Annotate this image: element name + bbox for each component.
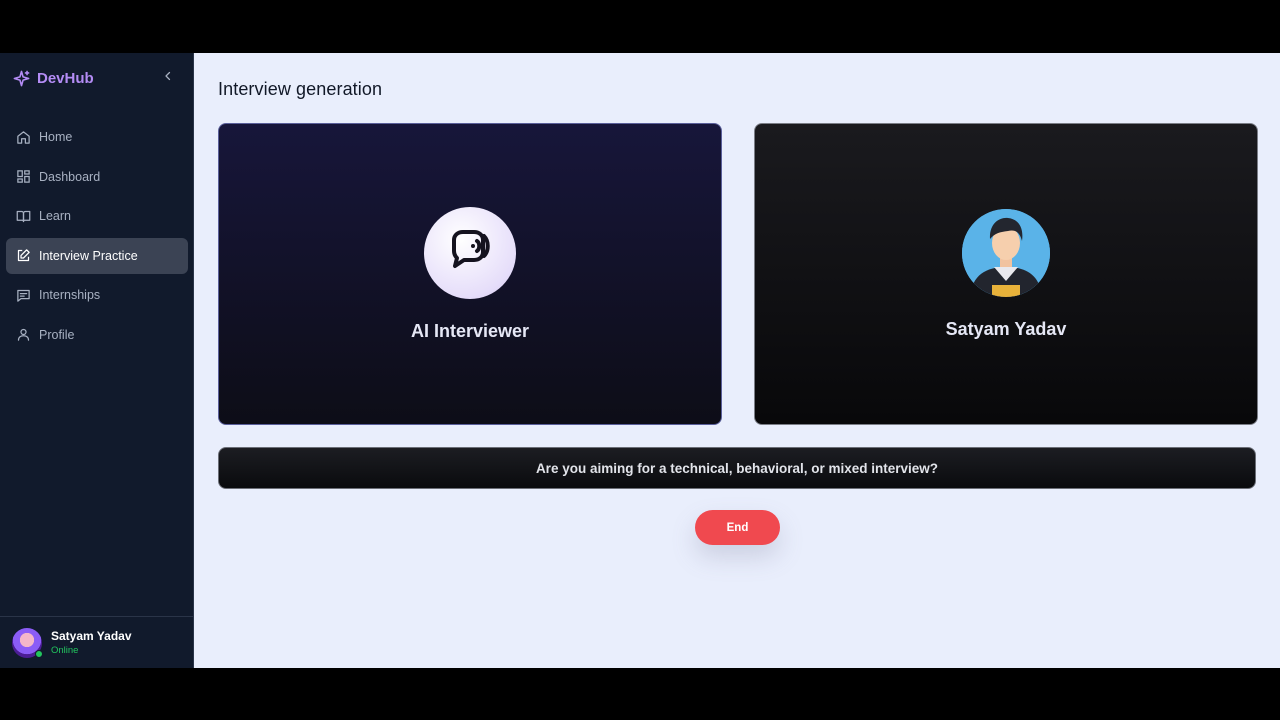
sidebar-item-label: Interview Practice (39, 248, 138, 263)
user-card-label: Satyam Yadav (945, 318, 1067, 339)
sidebar-item-label: Profile (39, 327, 75, 342)
user-card: Satyam Yadav (754, 123, 1258, 425)
book-icon (16, 209, 31, 224)
user-avatar (962, 208, 1050, 297)
letterbox-top (0, 0, 1280, 53)
user-profile-footer[interactable]: Satyam Yadav Online (0, 616, 193, 668)
home-icon (16, 130, 31, 145)
ai-avatar (424, 206, 516, 299)
sidebar-item-interview-practice[interactable]: Interview Practice (6, 237, 188, 274)
sidebar-item-dashboard[interactable]: Dashboard (6, 159, 188, 195)
user-info: Satyam Yadav Online (51, 629, 132, 656)
sidebar-item-label: Learn (39, 209, 71, 223)
chevron-left-icon (162, 69, 174, 87)
chat-voice-icon (444, 224, 496, 281)
page-title: Interview generation (218, 79, 383, 99)
user-icon (16, 327, 31, 342)
sidebar-item-internships[interactable]: Internships (6, 277, 188, 313)
brand-name: DevHub (37, 70, 94, 87)
end-call-button[interactable]: End (695, 510, 780, 545)
sparkle-icon (12, 69, 31, 88)
user-name: Satyam Yadav (51, 629, 132, 643)
sidebar-item-label: Home (39, 130, 73, 144)
ai-interviewer-card: AI Interviewer (218, 123, 722, 425)
sidebar-item-learn[interactable]: Learn (6, 198, 188, 234)
sidebar-item-label: Dashboard (39, 169, 101, 184)
grid-icon (16, 169, 31, 184)
sidebar-item-label: Internships (39, 288, 101, 302)
collapse-sidebar-button[interactable] (160, 70, 176, 86)
transcript-text: Are you aiming for a technical, behavior… (535, 460, 939, 476)
user-status: Online (51, 645, 79, 656)
sidebar: DevHub Home Dashboard Learn Interview Pr… (0, 53, 194, 668)
main-content: Interview generation AI Interviewer Saty… (194, 53, 1280, 668)
sidebar-item-home[interactable]: Home (6, 119, 188, 155)
online-status-dot (35, 649, 43, 658)
letterbox-bottom (0, 668, 1280, 720)
brand[interactable]: DevHub (12, 69, 94, 88)
edit-icon (16, 248, 31, 263)
sidebar-item-profile[interactable]: Profile (6, 317, 188, 353)
ai-interviewer-label: AI Interviewer (410, 320, 530, 341)
message-icon (16, 288, 31, 303)
app-window: DevHub Home Dashboard Learn Interview Pr… (0, 53, 1280, 668)
sidebar-nav: Home Dashboard Learn Interview Practice (6, 119, 188, 356)
avatar (12, 627, 43, 658)
transcript-box: Are you aiming for a technical, behavior… (218, 447, 1256, 489)
